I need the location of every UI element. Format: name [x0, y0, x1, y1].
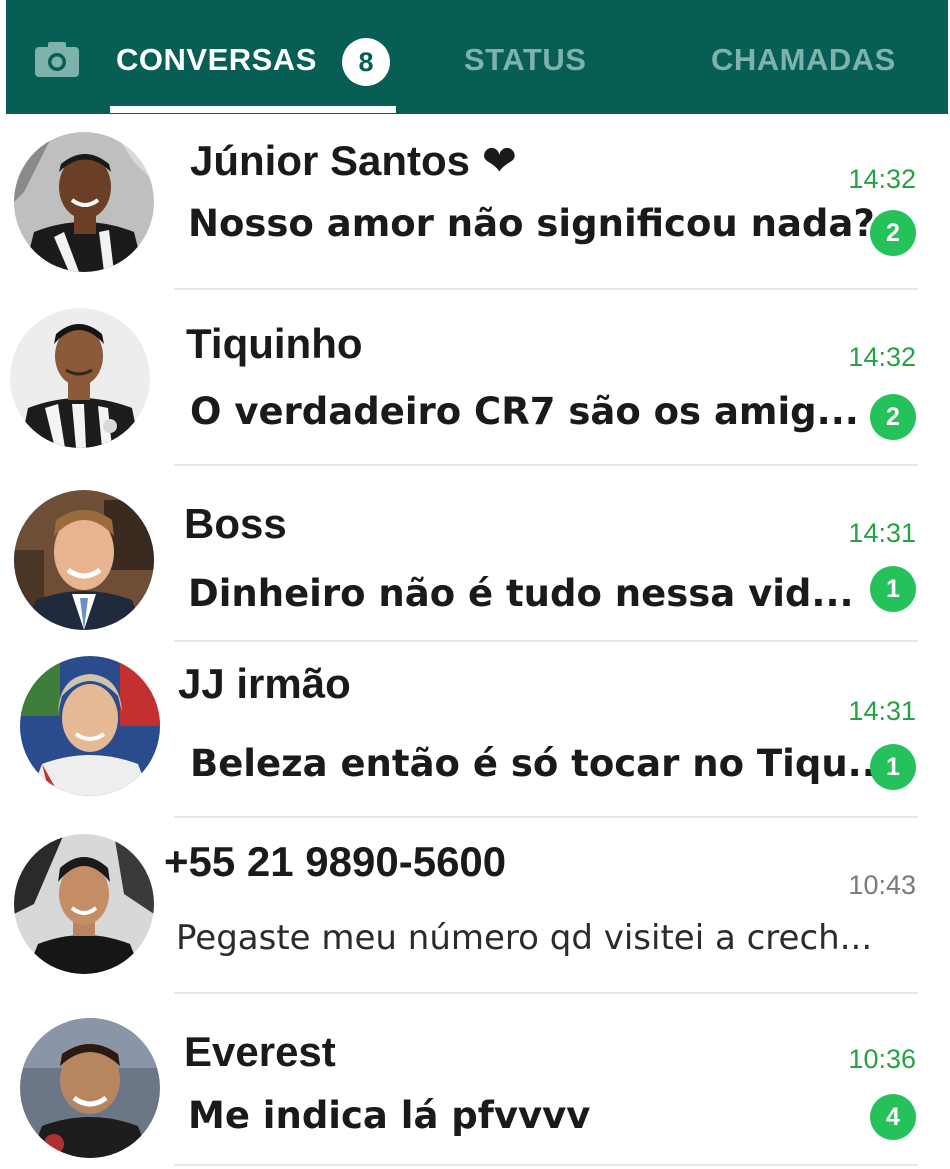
last-message: O verdadeiro CR7 são os amig...: [190, 390, 859, 433]
chat-row[interactable]: Everest 10:36 Me indica lá pfvvvv 4: [0, 998, 950, 1169]
avatar[interactable]: [14, 132, 154, 272]
unread-count-badge: 1: [870, 566, 916, 612]
message-time: 14:32: [848, 164, 916, 194]
unread-count-badge: 1: [870, 744, 916, 790]
contact-name: Júnior Santos ❤: [190, 137, 517, 184]
contact-name: Tiquinho: [186, 320, 363, 367]
unread-count-badge: 4: [870, 1094, 916, 1140]
tab-conversas[interactable]: CONVERSAS: [116, 42, 317, 78]
message-time: 10:36: [848, 1044, 916, 1074]
message-time: 10:43: [848, 870, 916, 900]
divider: [174, 992, 918, 994]
divider: [174, 464, 918, 466]
conversas-unread-badge: 8: [342, 38, 390, 86]
whatsapp-chat-list: CONVERSAS 8 STATUS CHAMADAS Júnior Santo…: [0, 0, 950, 1169]
tab-status[interactable]: STATUS: [464, 42, 586, 78]
avatar[interactable]: [10, 308, 150, 448]
divider: [174, 1164, 918, 1166]
chat-row[interactable]: Tiquinho 14:32 O verdadeiro CR7 são os a…: [0, 294, 950, 470]
last-message: Nosso amor não significou nada?: [188, 202, 875, 245]
chat-row[interactable]: Júnior Santos ❤ 14:32 Nosso amor não sig…: [0, 118, 950, 294]
active-tab-indicator: [110, 106, 396, 113]
contact-name: Boss: [184, 500, 287, 547]
avatar[interactable]: [14, 834, 154, 974]
contact-name: +55 21 9890-5600: [164, 838, 507, 885]
contact-name: JJ irmão: [178, 660, 351, 707]
divider: [174, 816, 918, 818]
last-message: Me indica lá pfvvvv: [188, 1094, 591, 1137]
chat-row[interactable]: +55 21 9890-5600 10:43 Pegaste meu númer…: [0, 822, 950, 998]
divider: [174, 288, 918, 290]
contact-name: Everest: [184, 1028, 336, 1075]
divider: [174, 640, 918, 642]
message-time: 14:31: [848, 518, 916, 548]
camera-icon[interactable]: [34, 40, 80, 78]
unread-count-badge: 2: [870, 210, 916, 256]
last-message: Pegaste meu número qd visitei a crech...: [176, 918, 873, 958]
top-tab-bar: CONVERSAS 8 STATUS CHAMADAS: [6, 0, 948, 114]
avatar[interactable]: [20, 656, 160, 796]
avatar[interactable]: [14, 490, 154, 630]
chat-row[interactable]: Boss 14:31 Dinheiro não é tudo nessa vid…: [0, 470, 950, 646]
unread-count-badge: 2: [870, 394, 916, 440]
message-time: 14:32: [848, 342, 916, 372]
chat-row[interactable]: JJ irmão 14:31 Beleza então é só tocar n…: [0, 646, 950, 822]
avatar[interactable]: [20, 1018, 160, 1158]
last-message: Dinheiro não é tudo nessa vid...: [188, 572, 854, 615]
message-time: 14:31: [848, 696, 916, 726]
last-message: Beleza então é só tocar no Tiqu....: [190, 742, 904, 785]
tab-chamadas[interactable]: CHAMADAS: [711, 42, 896, 78]
